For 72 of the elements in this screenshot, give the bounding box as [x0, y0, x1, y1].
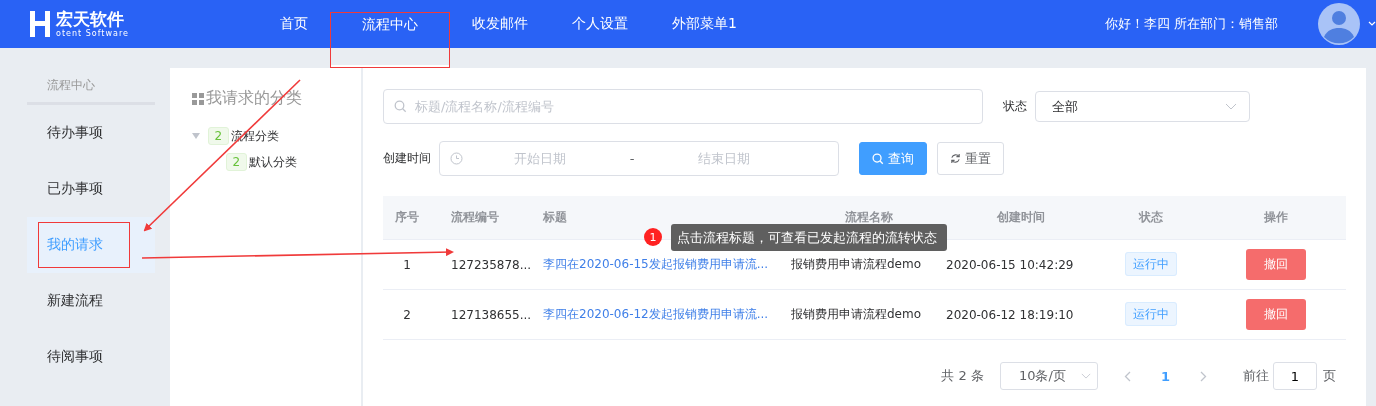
count-badge: 2 [207, 127, 230, 145]
status-label: 状态 [1003, 98, 1027, 115]
step-badge: 1 [644, 228, 662, 246]
caret-icon[interactable] [1368, 21, 1376, 27]
column-header: 流程编号 [450, 209, 500, 226]
sidebar-item-label: 新建流程 [46, 292, 104, 310]
date-range-field[interactable]: 开始日期 - 结束日期 [439, 141, 839, 176]
created-time-label: 创建时间 [383, 150, 431, 167]
expand-icon[interactable] [191, 133, 200, 139]
sidebar-item-label: 待阅事项 [46, 348, 104, 366]
tree-node[interactable]: 默认分类 [249, 153, 298, 171]
page-suffix: 页 [1323, 367, 1336, 385]
column-header: 操作 [1263, 209, 1289, 226]
start-date-input[interactable]: 开始日期 [463, 150, 617, 167]
grid-icon [191, 92, 204, 105]
next-page-icon[interactable] [1200, 370, 1207, 382]
title-link[interactable]: 李四在2020-06-12发起报销费用申请流... [543, 307, 769, 321]
status-select[interactable]: 全部 [1035, 91, 1250, 122]
sidebar-item[interactable]: 待阅事项 [27, 329, 155, 385]
page-size-select[interactable]: 10条/页 [999, 362, 1098, 390]
status-tag: 运行中 [1125, 302, 1177, 326]
greeting: 你好！李四 [1105, 15, 1170, 33]
reset-button[interactable]: 重置 [937, 142, 1004, 175]
refresh-icon [950, 153, 961, 164]
table-cell-text: 127235878... [450, 257, 533, 272]
count-badge: 2 [225, 153, 248, 171]
sidebar-title: 流程中心 [27, 76, 155, 105]
search-field[interactable]: 标题/流程名称/流程编号 [383, 89, 983, 124]
search-input[interactable]: 标题/流程名称/流程编号 [413, 98, 972, 115]
table-cell-text: 2020-06-12 18:19:10 [946, 307, 1075, 322]
withdraw-button[interactable]: 撤回 [1246, 299, 1306, 330]
table-cell-text: 2020-06-15 10:42:29 [946, 257, 1075, 272]
nav-tab[interactable]: 首页 [258, 0, 330, 48]
logo-title: 宏天软件 [56, 9, 125, 29]
search-button[interactable]: 查询 [859, 142, 927, 175]
page-number[interactable]: 1 [1160, 368, 1170, 384]
column-header: 标题 [542, 209, 568, 226]
nav-tab[interactable]: 收发邮件 [450, 0, 550, 48]
goto-label: 前往 [1243, 367, 1269, 385]
title-link[interactable]: 李四在2020-06-15发起报销费用申请流... [543, 257, 769, 271]
nav-tab[interactable]: 外部菜单1 [650, 0, 759, 48]
tooltip-text: 点击流程标题，可查看已发起流程的流转状态 [677, 228, 937, 247]
column-header: 流程名称 [843, 209, 894, 226]
sidebar-item-label: 已办事项 [46, 180, 104, 198]
logo-subtitle: otent Software [56, 29, 129, 39]
previous-page-icon[interactable] [1123, 370, 1131, 382]
sidebar-item-label: 待办事项 [46, 124, 104, 142]
avatar-icon[interactable] [1318, 3, 1360, 45]
clock-icon [450, 152, 463, 165]
chevron-down-icon [1225, 103, 1237, 110]
sidebar-item[interactable]: 待办事项 [27, 105, 155, 161]
table-cell-text: 127138655... [450, 307, 533, 322]
total-count: 共 2 条 [941, 367, 984, 385]
sidebar-item-label: 我的请求 [38, 222, 130, 268]
search-icon [394, 100, 407, 113]
department-label: 所在部门：销售部 [1174, 15, 1278, 33]
table-cell-text: 报销费用申请流程demo [790, 256, 923, 273]
sidebar-item[interactable]: 新建流程 [27, 273, 155, 329]
withdraw-button[interactable]: 撤回 [1246, 249, 1306, 280]
search-icon [872, 152, 884, 165]
sidebar-item[interactable]: 已办事项 [27, 161, 155, 217]
chevron-down-icon [1080, 373, 1091, 379]
table-cell-text: 2 [402, 307, 412, 322]
column-header: 状态 [1137, 209, 1164, 226]
table-cell-text: 1 [402, 257, 412, 272]
status-tag: 运行中 [1125, 252, 1177, 276]
nav-tab[interactable]: 个人设置 [550, 0, 650, 48]
end-date-input[interactable]: 结束日期 [647, 150, 801, 167]
column-header: 序号 [394, 209, 420, 226]
page-input[interactable]: 1 [1273, 362, 1317, 390]
column-header: 创建时间 [996, 209, 1046, 226]
table-cell-text: 报销费用申请流程demo [790, 306, 923, 323]
